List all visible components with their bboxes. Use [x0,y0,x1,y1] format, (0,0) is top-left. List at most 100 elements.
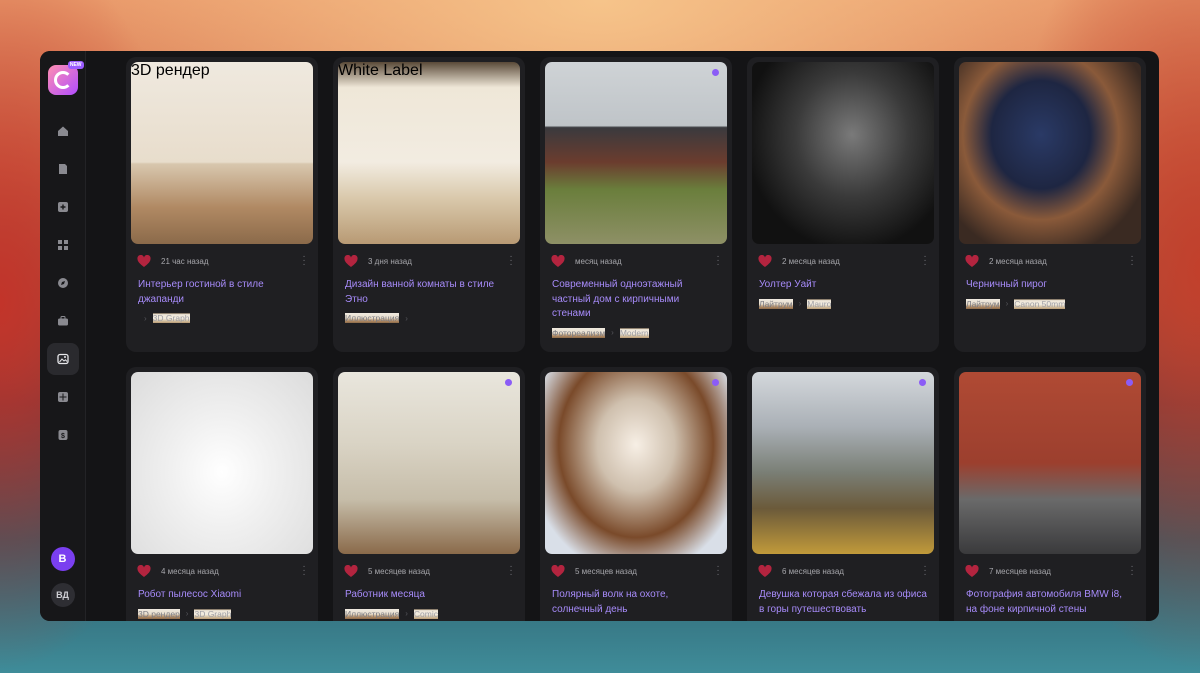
workspace-avatar[interactable]: B [50,547,75,571]
card-tag-style[interactable]: Иллюстрация [345,608,400,619]
card-thumbnail[interactable]: White Label [338,62,520,244]
card-tags: Лайтрум › Canon 50mm [966,298,1134,309]
gallery-card[interactable]: 4 месяца назад · · · Робот пылесос Xiaomi … [126,367,318,621]
nav-home[interactable] [47,115,79,147]
chevron-right-icon: › [1005,299,1009,308]
chevron-right-icon: › [798,299,802,308]
more-options-icon[interactable]: · · · [715,562,721,580]
card-tag-model[interactable]: Comic [413,608,438,619]
card-tag-style[interactable]: Фотореализм [552,327,606,338]
heart-icon[interactable] [965,564,979,578]
heart-icon[interactable] [137,254,151,268]
card-time: 6 месяцев назад [782,566,844,576]
gallery-card[interactable]: месяц назад · · · Современный одноэтажный … [540,57,732,352]
more-options-icon[interactable]: · · · [301,252,307,270]
card-tag-style[interactable]: Иллюстрация [345,313,400,323]
gallery-card[interactable]: White Label 3 дня назад · · · Дизайн ванно… [333,57,525,352]
gallery-card[interactable]: 7 месяцев назад · · · Фотография автомобил… [954,367,1146,621]
gallery-card[interactable]: 5 месяцев назад · · · Работник месяца Иллю… [333,367,525,621]
nav-create[interactable] [47,191,79,223]
plus-square-icon [57,202,68,212]
card-title[interactable]: Современный одноэтажный частный дом с ки… [552,278,720,322]
more-options-icon[interactable]: · · · [922,252,928,270]
gallery-grid: 3D рендер 21 час назад · · · Интерьер гост… [126,57,1159,621]
more-options-icon[interactable]: · · · [508,252,514,270]
card-tags: › 3D Graph [138,313,306,323]
card-time: 5 месяцев назад [575,566,637,576]
card-title[interactable]: Уолтер Уайт [759,278,927,293]
card-thumbnail[interactable] [752,372,934,554]
app-logo[interactable]: NEW [47,61,84,95]
sidebar: NEW $ B ВД [40,51,86,621]
gallery-card[interactable]: 6 месяцев назад · · · Девушка которая сбеж… [747,367,939,621]
heart-icon[interactable] [137,564,151,578]
chevron-right-icon: › [185,609,189,618]
nav-explore[interactable] [47,267,79,299]
status-dot [712,69,719,76]
apps-icon [57,392,68,402]
gallery-card[interactable]: 2 месяца назад · · · Черничный пирог Лайтр… [954,57,1146,352]
card-title[interactable]: Интерьер гостиной в стиле джапанди [138,278,306,307]
card-tags: Иллюстрация › [345,313,513,323]
user-avatar[interactable]: ВД [50,583,75,607]
card-title[interactable]: Фотография автомобиля BMW i8, на фоне ки… [966,588,1134,617]
card-time: 4 месяца назад [161,566,219,576]
card-tag-model[interactable]: Canon 50mm [1014,298,1066,309]
status-dot [919,379,926,386]
heart-icon[interactable] [758,564,772,578]
card-tag-model[interactable]: Modern [619,327,649,338]
app-window: NEW $ B ВД 3D рендер 21 час назад · · · … [40,51,1159,621]
heart-icon[interactable] [551,254,565,268]
card-title[interactable]: Дизайн ванной комнаты в стиле Этно [345,278,513,307]
card-title[interactable]: Робот пылесос Xiaomi [138,588,306,603]
status-dot [1126,379,1133,386]
card-tag-model[interactable]: 3D Graph [152,313,190,323]
more-options-icon[interactable]: · · · [715,252,721,270]
card-thumbnail[interactable] [545,62,727,244]
status-dot [505,379,512,386]
heart-icon[interactable] [551,564,565,578]
more-options-icon[interactable]: · · · [508,562,514,580]
more-options-icon[interactable]: · · · [301,562,307,580]
nav-billing[interactable]: $ [47,419,79,451]
card-title[interactable]: Полярный волк на охоте, солнечный день [552,588,720,617]
logo-badge: NEW [67,61,84,69]
card-tag-model[interactable]: Mauro [807,298,832,309]
gallery-card[interactable]: 2 месяца назад · · · Уолтер Уайт Лайтрум ›… [747,57,939,352]
nav-documents[interactable] [47,153,79,185]
status-dot [712,379,719,386]
card-title[interactable]: Черничный пирог [966,278,1134,293]
card-time: 3 дня назад [368,256,412,266]
nav-briefcase[interactable] [47,305,79,337]
gallery-card[interactable]: 5 месяцев назад · · · Полярный волк на охо… [540,367,732,621]
briefcase-icon [57,316,68,326]
card-tag-model[interactable]: 3D Graph [194,608,232,619]
card-thumbnail[interactable] [752,62,934,244]
more-options-icon[interactable]: · · · [1129,562,1135,580]
card-title[interactable]: Работник месяца [345,588,513,603]
logo-mark-icon [53,71,72,89]
nav-apps[interactable] [47,381,79,413]
document-icon [58,164,67,174]
card-thumbnail[interactable] [545,372,727,554]
card-tag-style[interactable]: 3D рендер [138,608,180,619]
card-title[interactable]: Девушка которая сбежала из офиса в горы … [759,588,927,617]
more-options-icon[interactable]: · · · [1129,252,1135,270]
card-thumbnail[interactable] [959,62,1141,244]
card-thumbnail[interactable] [959,372,1141,554]
nav-grid[interactable] [47,229,79,261]
heart-icon[interactable] [758,254,772,268]
card-tag-style[interactable]: Лайтрум [966,298,1000,309]
card-thumbnail[interactable]: 3D рендер [131,62,313,244]
chevron-right-icon: › [405,313,408,323]
card-thumbnail[interactable] [131,372,313,554]
heart-icon[interactable] [344,254,358,268]
heart-icon[interactable] [344,564,358,578]
card-tag-style[interactable]: Лайтрум [759,298,793,309]
nav-gallery[interactable] [46,343,79,375]
gallery-card[interactable]: 3D рендер 21 час назад · · · Интерьер гост… [126,57,318,352]
card-thumbnail[interactable] [338,372,520,554]
more-options-icon[interactable]: · · · [922,562,928,580]
svg-text:$: $ [61,433,65,440]
heart-icon[interactable] [965,254,979,268]
